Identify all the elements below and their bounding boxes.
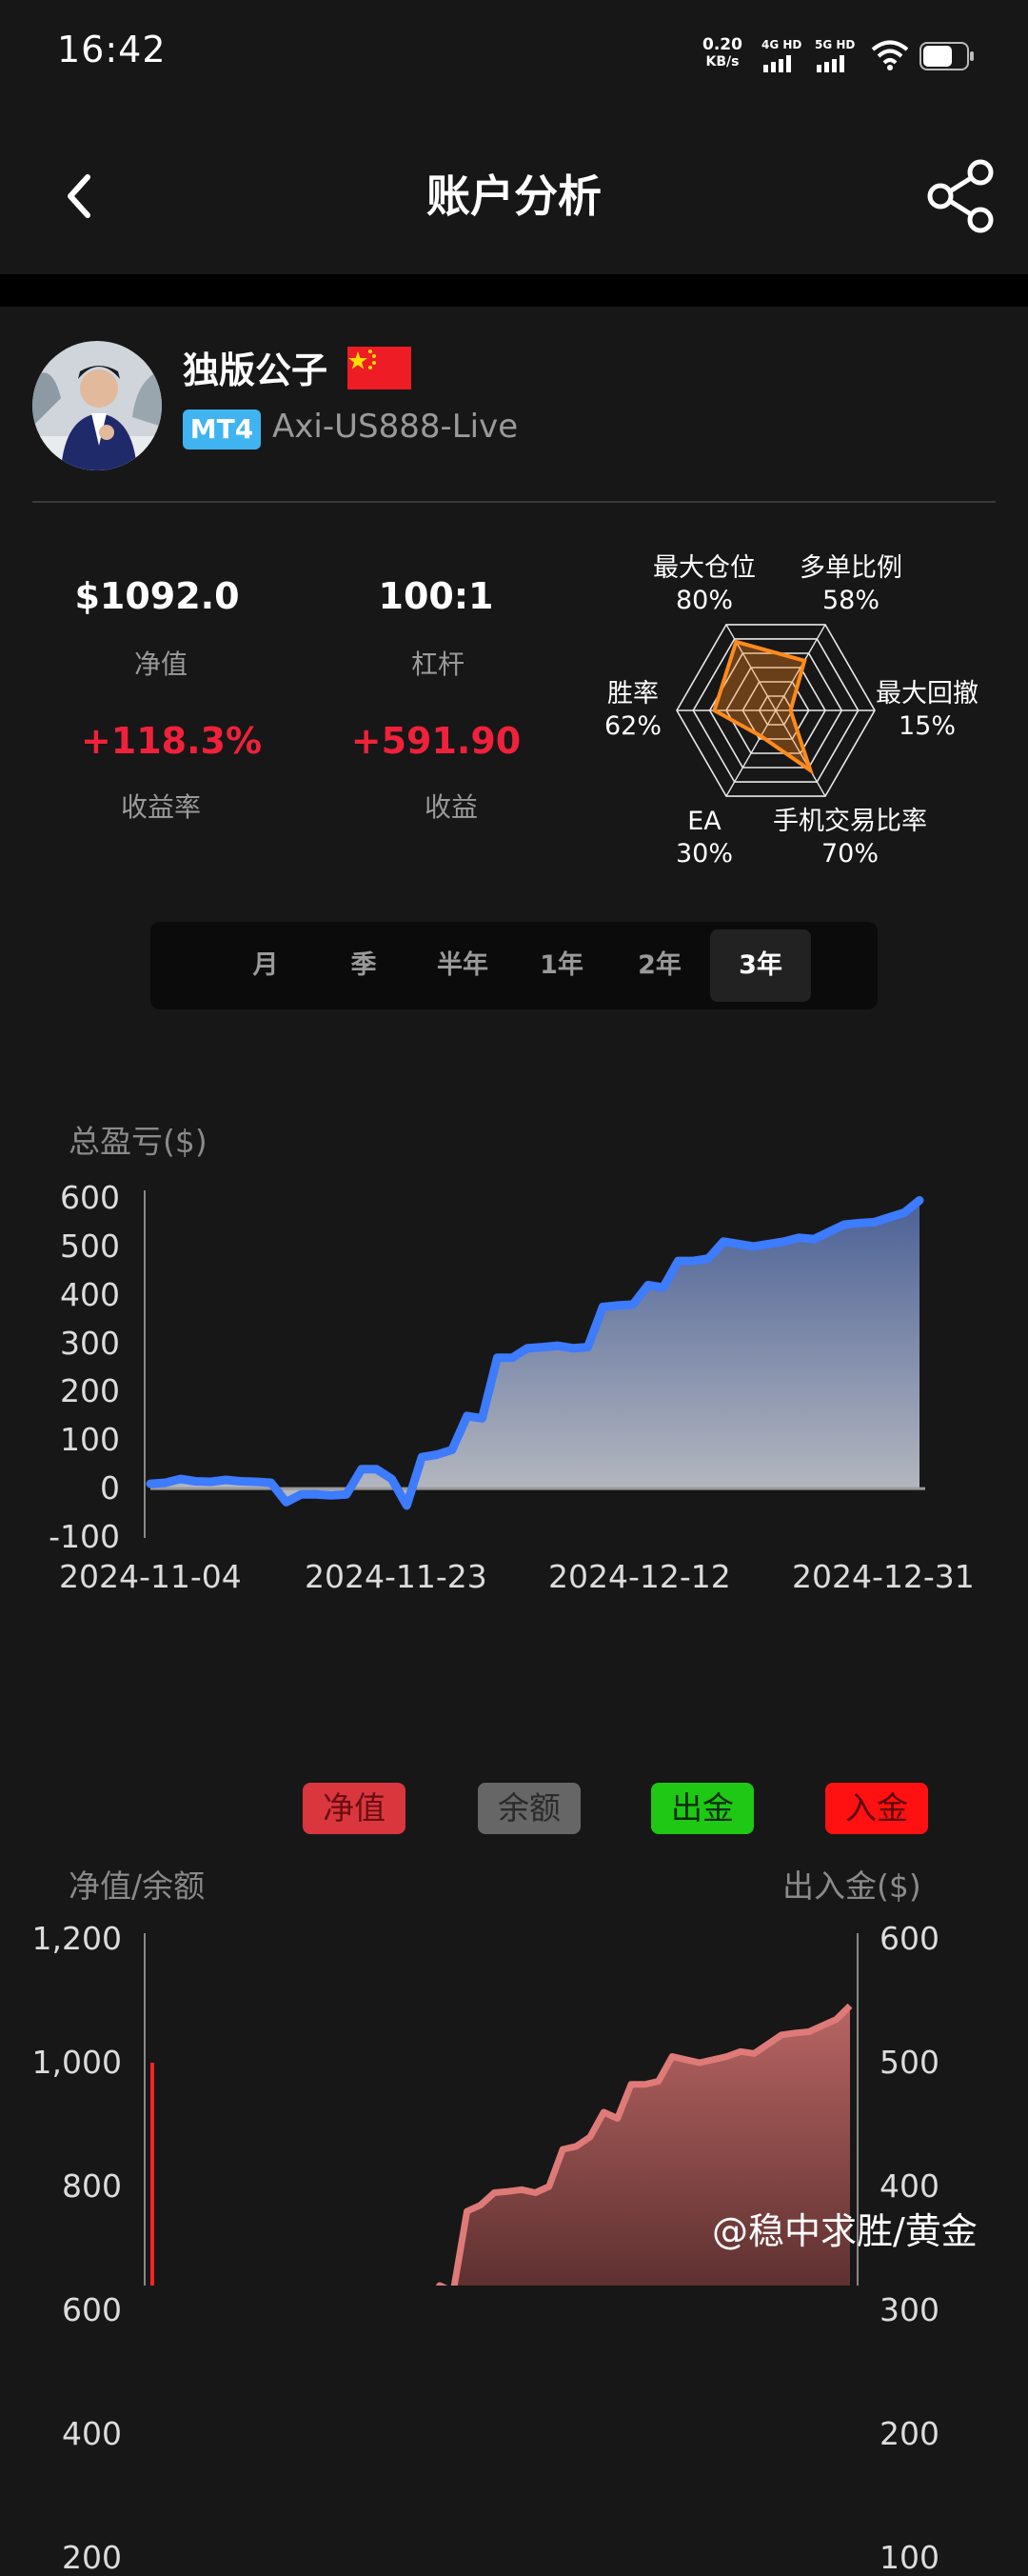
chart2-right-tick: 200 [880,2415,939,2452]
chart2-left-tick: 400 [62,2415,122,2452]
equity-balance-chart [144,1933,859,2286]
watermark: @稳中求胜/黄金 [712,2210,978,2252]
chart2-left-tick: 1,000 [31,2044,122,2081]
chart2-left-tick: 200 [62,2539,122,2576]
chart2-left-tick: 1,200 [31,1920,122,1957]
chart2-left-tick: 600 [62,2291,122,2328]
chart2-right-tick: 500 [880,2044,939,2081]
chart2-right-tick: 400 [880,2167,939,2205]
chart2-right-tick: 300 [880,2291,939,2328]
chart2-right-tick: 600 [880,1920,939,1957]
chart2-left-tick: 800 [62,2167,122,2205]
chart2-right-tick: 100 [880,2539,939,2576]
